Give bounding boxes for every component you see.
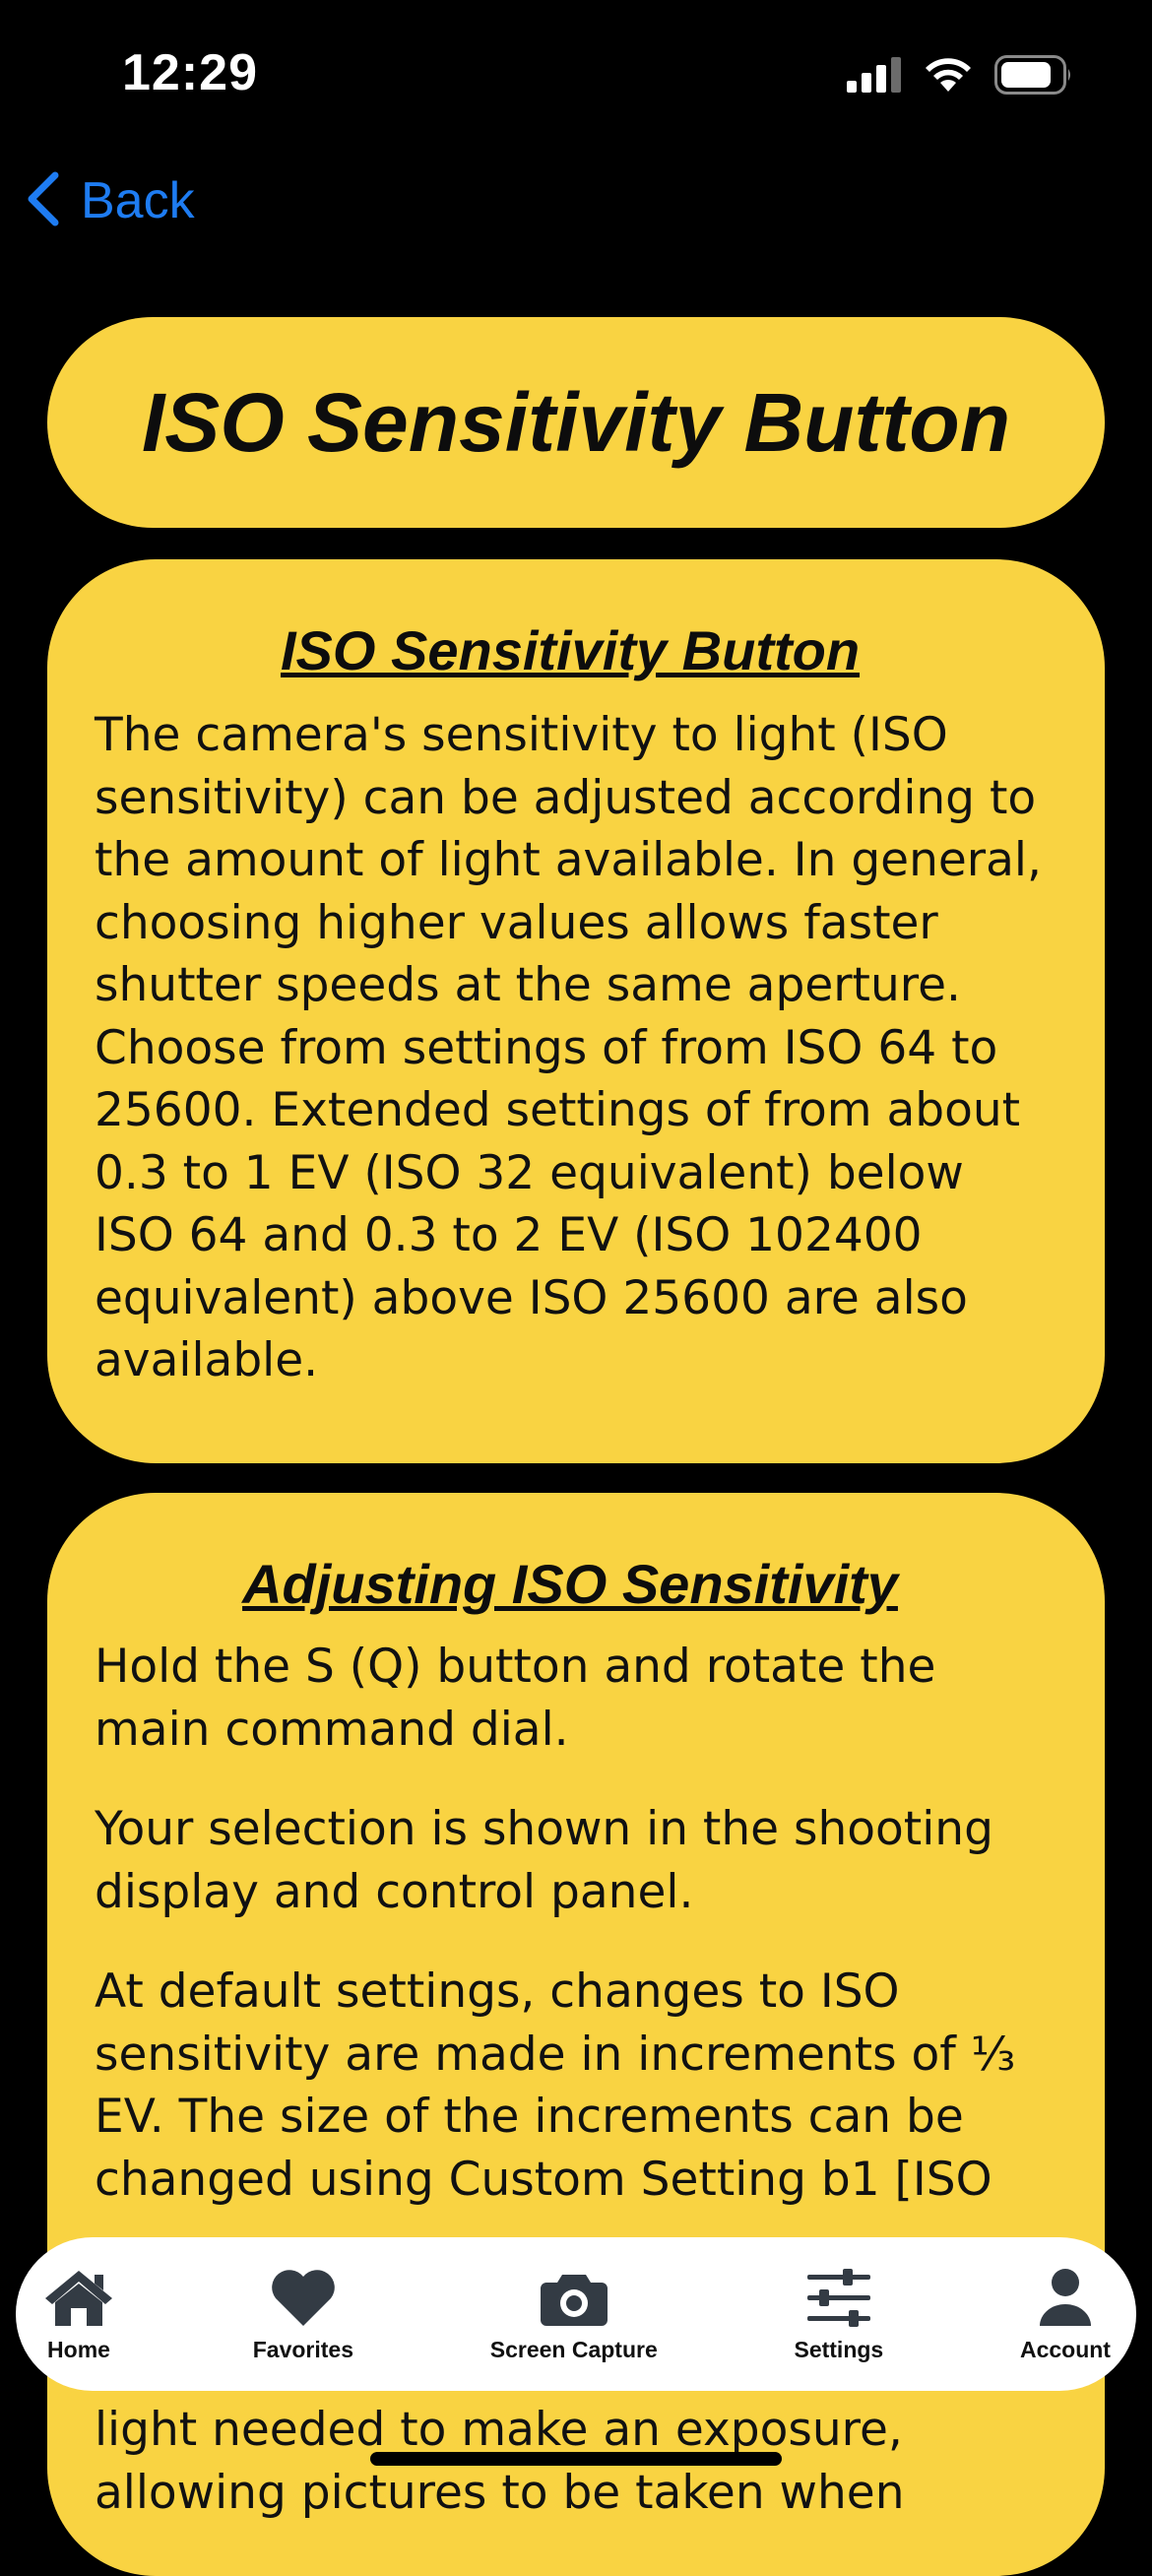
home-icon [41,2266,116,2329]
card-body: Hold the S (Q) button and rotate the mai… [95,1636,1046,2211]
tab-account[interactable]: Account [1020,2250,1111,2378]
status-bar: 12:29 [0,0,1152,148]
chevron-left-icon [24,169,63,232]
tab-label: Settings [794,2336,884,2362]
card-paragraph: Your selection is shown in the shooting … [95,1802,993,1919]
tab-home[interactable]: Home [41,2250,116,2378]
back-label: Back [81,172,195,229]
battery-icon [994,55,1073,98]
info-card-iso-button: ISO Sensitivity Button The camera's sens… [47,559,1105,1463]
signal-icon [847,57,902,97]
card-heading: ISO Sensitivity Button [280,619,861,681]
back-button[interactable]: Back [24,169,195,232]
tab-settings[interactable]: Settings [794,2250,883,2378]
sliders-icon [801,2266,876,2329]
tab-label: Account [1019,2336,1111,2362]
page-title: ISO Sensitivity Button [141,375,1011,469]
card-body: The camera's sensitivity to light (ISO s… [95,704,1046,1392]
camera-icon [537,2266,611,2329]
home-indicator[interactable] [370,2452,782,2466]
card-heading: Adjusting ISO Sensitivity [242,1553,898,1615]
tab-bar: Home Favorites Screen Capture Settings A… [16,2237,1136,2391]
card-paragraph: Hold the S (Q) button and rotate the mai… [95,1640,936,1757]
page-title-banner: ISO Sensitivity Button [47,317,1105,528]
card-paragraph: At default settings, changes to ISO sens… [95,1964,1016,2207]
tab-label: Favorites [252,2336,353,2362]
status-time: 12:29 [122,44,258,101]
card-paragraph: The camera's sensitivity to light (ISO s… [95,708,1042,1387]
tab-label: Home [47,2336,110,2362]
tab-label: Screen Capture [489,2336,658,2362]
status-icons [847,55,1073,98]
user-icon [1028,2266,1103,2329]
tab-favorites[interactable]: Favorites [253,2250,353,2378]
heart-icon [266,2266,341,2329]
tab-screen-capture[interactable]: Screen Capture [490,2250,658,2378]
wifi-icon [924,56,973,97]
